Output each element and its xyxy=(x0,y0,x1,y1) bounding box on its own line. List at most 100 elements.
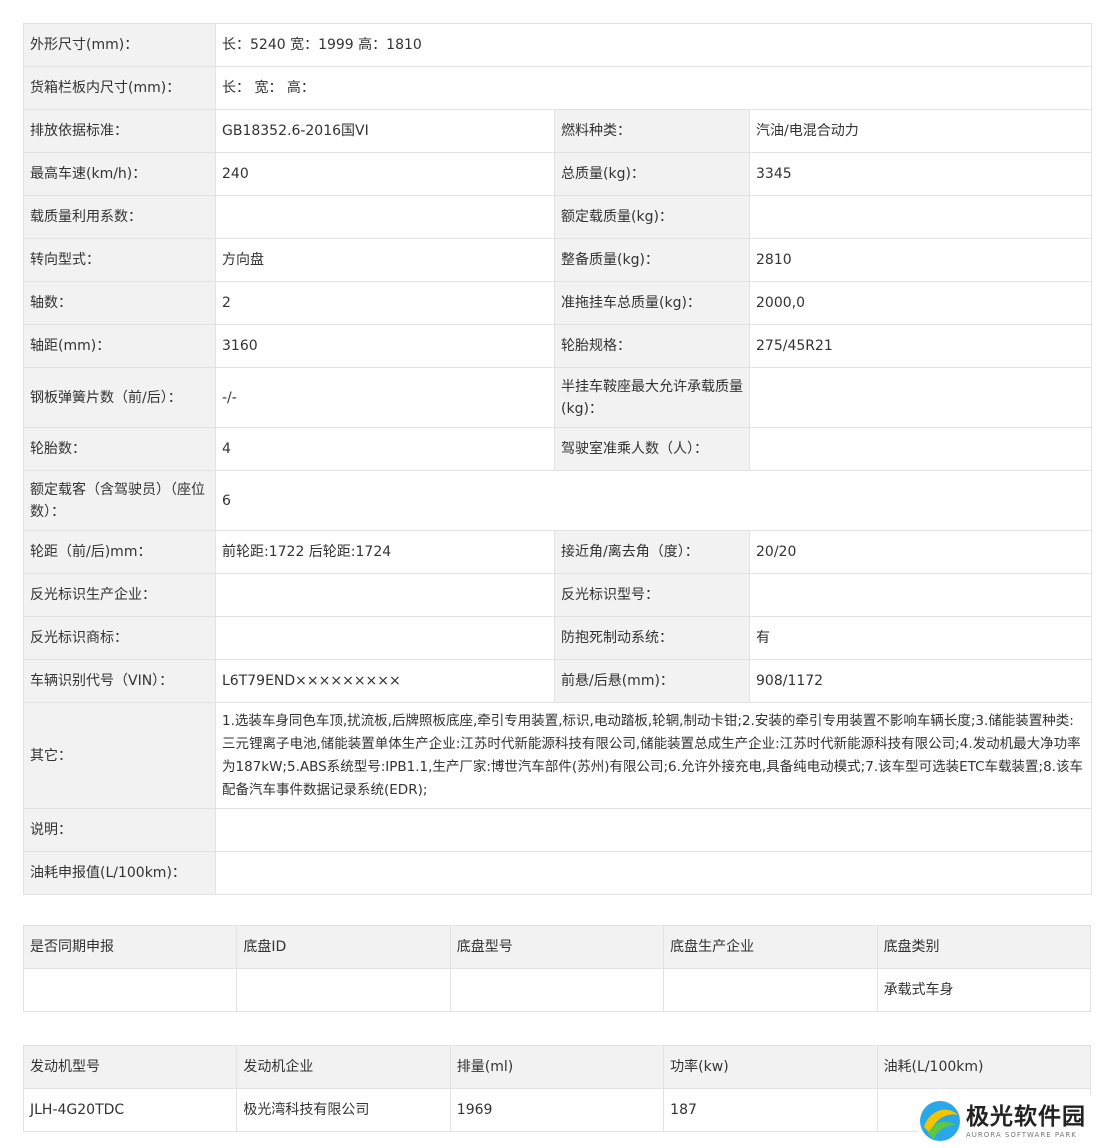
overhang-label: 前悬/后悬(mm)： xyxy=(554,659,750,703)
spec-row-track: 轮距（前/后)mm： 前轮距:1722 后轮距:1724 接近角/离去角（度）：… xyxy=(23,530,1093,574)
fuel-value: 汽油/电混合动力 xyxy=(748,109,1093,153)
rated-load-label: 额定载质量(kg)： xyxy=(554,195,750,239)
engine-header-cell: 发动机型号 xyxy=(22,1045,238,1089)
chassis-cell: 承载式车身 xyxy=(876,968,1092,1012)
other-label: 其它： xyxy=(23,702,216,809)
trailer-mass-value: 2000,0 xyxy=(748,281,1093,325)
watermark: 极光软件园 AURORA SOFTWARE PARK xyxy=(918,1096,1098,1146)
reflector-maker-label: 反光标识生产企业： xyxy=(23,573,216,617)
spec-row-dimensions: 外形尺寸(mm)： 长：5240 宽：1999 高：1810 xyxy=(23,23,1093,67)
axles-value: 2 xyxy=(215,281,555,325)
spec-row-springs: 钢板弹簧片数（前/后）： -/- 半挂车鞍座最大允许承载质量(kg)： xyxy=(23,367,1093,428)
engine-cell: 187 xyxy=(663,1088,878,1132)
spec-row-cargo-box: 货箱栏板内尺寸(mm)： 长： 宽： 高： xyxy=(23,66,1093,110)
saddle-load-value xyxy=(748,367,1093,428)
spec-row-other: 其它： 1.选装车身同色车顶,扰流板,后牌照板底座,牵引专用装置,标识,电动踏板… xyxy=(23,702,1093,809)
note-value xyxy=(214,808,1093,852)
spec-row-tires: 轮胎数： 4 驾驶室准乘人数（人）： xyxy=(23,427,1093,471)
load-coef-label: 载质量利用系数： xyxy=(23,195,216,239)
vin-label: 车辆识别代号（VIN）： xyxy=(23,659,216,703)
note-label: 说明： xyxy=(23,808,216,852)
emission-label: 排放依据标准： xyxy=(23,109,216,153)
reflector-model-label: 反光标识型号： xyxy=(554,573,750,617)
abs-label: 防抱死制动系统： xyxy=(554,616,750,660)
chassis-header-row: 是否同期申报 底盘ID 底盘型号 底盘生产企业 底盘类别 xyxy=(22,925,1092,969)
tires-value: 4 xyxy=(215,427,555,471)
reflector-brand-value xyxy=(215,616,555,660)
tire-spec-value: 275/45R21 xyxy=(748,324,1093,368)
total-mass-value: 3345 xyxy=(748,152,1093,196)
track-value: 前轮距:1722 后轮距:1724 xyxy=(215,530,555,574)
overhang-value: 908/1172 xyxy=(748,659,1093,703)
chassis-cell xyxy=(236,968,451,1012)
watermark-name: 极光软件园 xyxy=(966,1103,1086,1130)
fuel-label: 燃料种类： xyxy=(554,109,750,153)
max-speed-label: 最高车速(km/h)： xyxy=(23,152,216,196)
watermark-subtitle: AURORA SOFTWARE PARK xyxy=(966,1130,1077,1139)
spec-row-steering: 转向型式： 方向盘 整备质量(kg)： 2810 xyxy=(23,238,1093,282)
engine-header-cell: 排量(ml) xyxy=(449,1045,665,1089)
wheelbase-label: 轴距(mm)： xyxy=(23,324,216,368)
dimensions-label: 外形尺寸(mm)： xyxy=(23,23,216,67)
vin-value: L6T79END××××××××× xyxy=(215,659,555,703)
angles-label: 接近角/离去角（度）： xyxy=(554,530,750,574)
saddle-load-label: 半挂车鞍座最大允许承载质量(kg)： xyxy=(554,367,750,428)
steering-value: 方向盘 xyxy=(215,238,555,282)
emission-value: GB18352.6-2016国VI xyxy=(215,109,555,153)
passengers-value: 6 xyxy=(214,470,1093,531)
wheelbase-value: 3160 xyxy=(215,324,555,368)
chassis-header-cell: 底盘生产企业 xyxy=(663,925,878,969)
reflector-brand-label: 反光标识商标： xyxy=(23,616,216,660)
chassis-table: 是否同期申报 底盘ID 底盘型号 底盘生产企业 底盘类别 承载式车身 xyxy=(22,925,1092,1012)
chassis-cell xyxy=(449,968,665,1012)
rated-load-value xyxy=(748,195,1093,239)
vehicle-spec-table: 外形尺寸(mm)： 长：5240 宽：1999 高：1810 货箱栏板内尺寸(m… xyxy=(23,23,1093,895)
leaf-springs-value: -/- xyxy=(215,367,555,428)
reflector-maker-value xyxy=(215,573,555,617)
tires-label: 轮胎数： xyxy=(23,427,216,471)
spec-row-load: 载质量利用系数： 额定载质量(kg)： xyxy=(23,195,1093,239)
load-coef-value xyxy=(215,195,555,239)
spec-row-emission: 排放依据标准： GB18352.6-2016国VI 燃料种类： 汽油/电混合动力 xyxy=(23,109,1093,153)
angles-value: 20/20 xyxy=(748,530,1093,574)
chassis-header-cell: 底盘ID xyxy=(236,925,451,969)
fuel-consumption-label: 油耗申报值(L/100km)： xyxy=(23,851,216,895)
chassis-header-cell: 是否同期申报 xyxy=(22,925,238,969)
spec-row-passengers: 额定载客（含驾驶员）（座位数）： 6 xyxy=(23,470,1093,531)
curb-mass-value: 2810 xyxy=(748,238,1093,282)
chassis-cell xyxy=(663,968,878,1012)
reflector-model-value xyxy=(748,573,1093,617)
spec-row-wheelbase: 轴距(mm)： 3160 轮胎规格： 275/45R21 xyxy=(23,324,1093,368)
spec-row-speed: 最高车速(km/h)： 240 总质量(kg)： 3345 xyxy=(23,152,1093,196)
passengers-label: 额定载客（含驾驶员）（座位数）： xyxy=(23,470,216,531)
engine-header-cell: 发动机企业 xyxy=(236,1045,451,1089)
tire-spec-label: 轮胎规格： xyxy=(554,324,750,368)
total-mass-label: 总质量(kg)： xyxy=(554,152,750,196)
chassis-cell xyxy=(22,968,238,1012)
chassis-data-row: 承载式车身 xyxy=(22,968,1092,1012)
max-speed-value: 240 xyxy=(215,152,555,196)
engine-header-row: 发动机型号 发动机企业 排量(ml) 功率(kw) 油耗(L/100km) xyxy=(22,1045,1092,1089)
curb-mass-label: 整备质量(kg)： xyxy=(554,238,750,282)
spec-row-note: 说明： xyxy=(23,808,1093,852)
engine-header-cell: 油耗(L/100km) xyxy=(876,1045,1092,1089)
spec-row-abs: 反光标识商标： 防抱死制动系统： 有 xyxy=(23,616,1093,660)
other-value: 1.选装车身同色车顶,扰流板,后牌照板底座,牵引专用装置,标识,电动踏板,轮辋,… xyxy=(214,702,1093,809)
trailer-mass-label: 准拖挂车总质量(kg)： xyxy=(554,281,750,325)
chassis-header-cell: 底盘型号 xyxy=(449,925,665,969)
spec-row-vin: 车辆识别代号（VIN）： L6T79END××××××××× 前悬/后悬(mm)… xyxy=(23,659,1093,703)
track-label: 轮距（前/后)mm： xyxy=(23,530,216,574)
cab-seats-value xyxy=(748,427,1093,471)
cargo-box-label: 货箱栏板内尺寸(mm)： xyxy=(23,66,216,110)
leaf-springs-label: 钢板弹簧片数（前/后）： xyxy=(23,367,216,428)
engine-cell: JLH-4G20TDC xyxy=(22,1088,238,1132)
abs-value: 有 xyxy=(748,616,1093,660)
engine-cell: 极光湾科技有限公司 xyxy=(236,1088,451,1132)
cab-seats-label: 驾驶室准乘人数（人）： xyxy=(554,427,750,471)
axles-label: 轴数： xyxy=(23,281,216,325)
spec-row-axles: 轴数： 2 准拖挂车总质量(kg)： 2000,0 xyxy=(23,281,1093,325)
dimensions-value: 长：5240 宽：1999 高：1810 xyxy=(214,23,1093,67)
cargo-box-value: 长： 宽： 高： xyxy=(214,66,1093,110)
chassis-header-cell: 底盘类别 xyxy=(876,925,1092,969)
engine-cell: 1969 xyxy=(449,1088,665,1132)
